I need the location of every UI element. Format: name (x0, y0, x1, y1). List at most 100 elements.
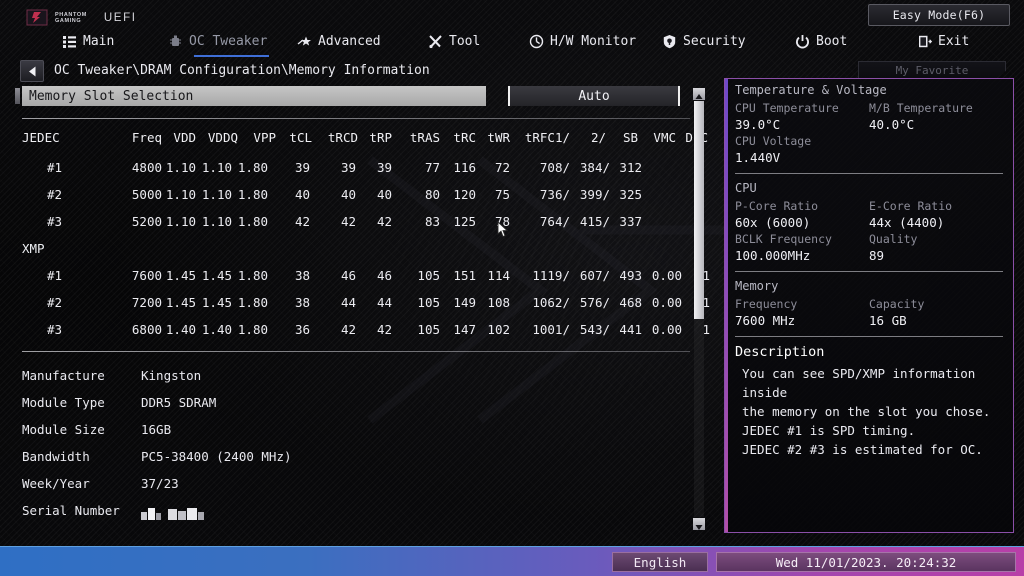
col-vddq: VDDQ (207, 130, 238, 145)
power-icon (796, 34, 809, 48)
nav-tab-hw-monitor[interactable]: H/W Monitor (529, 28, 636, 54)
nav-tab-boot[interactable]: Boot (795, 28, 847, 54)
col-sb: SB (622, 130, 638, 145)
nav-tab-exit[interactable]: Exit (917, 28, 969, 54)
content-scrollbar[interactable] (692, 88, 706, 530)
row-selection-marker (15, 88, 20, 104)
cell-vdd: 1.45 (165, 268, 196, 283)
cell-tras: 83 (424, 214, 440, 229)
module-info-label: Week/Year (22, 476, 90, 491)
table-row[interactable]: #3 5200 1.10 1.10 1.80 42 42 42 83 125 7… (22, 214, 692, 241)
back-button[interactable] (20, 60, 44, 82)
cell-tras: 105 (417, 268, 440, 283)
pcore-ratio-label: P-Core Ratio (735, 199, 819, 213)
cell-id: #2 (46, 295, 62, 310)
table-row[interactable]: #1 7600 1.45 1.45 1.80 38 46 46 105 151 … (22, 268, 710, 295)
table-row[interactable]: #1 4800 1.10 1.10 1.80 39 39 39 77 116 7… (22, 160, 692, 187)
cell-trc: 151 (453, 268, 476, 283)
col-tras: tRAS (409, 130, 440, 145)
nav-tab-tool[interactable]: Tool (428, 28, 480, 54)
uefi-label: UEFI (103, 11, 137, 24)
module-info-label: Serial Number (22, 503, 120, 518)
cell-sb: 441 (619, 322, 642, 337)
cell-twr: 78 (494, 214, 510, 229)
scrollbar-thumb[interactable] (694, 101, 704, 319)
cell-trcd: 42 (340, 322, 356, 337)
description-title: Description (735, 344, 825, 360)
scroll-up-arrow-icon[interactable] (693, 88, 705, 100)
datetime-display[interactable]: Wed 11/01/2023. 20:24:32 (716, 552, 1016, 572)
memory-slot-selection-label: Memory Slot Selection (29, 88, 194, 104)
cell-twr: 75 (494, 187, 510, 202)
module-info-label: Bandwidth (22, 449, 90, 464)
col-tcl: tCL (289, 130, 312, 145)
table-row[interactable]: #2 7200 1.45 1.45 1.80 38 44 44 105 149 … (22, 295, 710, 322)
nav-tab-advanced[interactable]: Advanced (297, 28, 381, 54)
col-trc: tRC (453, 130, 476, 145)
quality-value: 89 (869, 248, 885, 263)
cell-trfc2: 543/ (579, 322, 610, 337)
easy-mode-button[interactable]: Easy Mode(F6) (868, 4, 1010, 26)
module-info-label: Module Type (22, 395, 105, 410)
table-row[interactable]: #2 5000 1.10 1.10 1.80 40 40 40 80 120 7… (22, 187, 692, 214)
cell-trp: 46 (376, 268, 392, 283)
main-nav: Main OC Tweaker Advanced Tool H/W Monito… (0, 28, 1024, 57)
cell-vddq: 1.45 (201, 295, 232, 310)
mb-temperature-value: 40.0°C (869, 117, 915, 132)
cell-freq: 6800 (131, 322, 162, 337)
cell-sb: 325 (619, 187, 642, 202)
nav-tab-oc-tweaker[interactable]: OC Tweaker (168, 28, 270, 57)
table-header-row: JEDEC Freq VDD VDDQ VPP tCL tRCD tRP tRA… (22, 130, 708, 160)
info-panel: Temperature & Voltage CPU Temperature 39… (724, 78, 1014, 533)
cell-vdd: 1.10 (165, 214, 196, 229)
nav-tab-main[interactable]: Main (62, 28, 114, 54)
cell-trfc2: 384/ (579, 160, 610, 175)
scroll-down-arrow-icon[interactable] (693, 518, 705, 530)
memory-frequency-label: Frequency (735, 297, 798, 311)
cell-tras: 77 (424, 160, 440, 175)
cell-freq: 7200 (131, 295, 162, 310)
cell-vpp: 1.80 (237, 268, 268, 283)
cell-vdd: 1.10 (165, 187, 196, 202)
list-icon (63, 35, 76, 48)
cell-vdd: 1.40 (165, 322, 196, 337)
col-trfc2: 2/ (590, 130, 606, 145)
col-trcd: tRCD (327, 130, 358, 145)
table-row[interactable]: #3 6800 1.40 1.40 1.80 36 42 42 105 147 … (22, 322, 710, 349)
module-info-value: DDR5 SDRAM (141, 395, 217, 410)
col-vdd: VDD (173, 130, 196, 145)
cell-vpp: 1.80 (237, 295, 268, 310)
cell-vddq: 1.10 (201, 187, 232, 202)
cell-vddq: 1.40 (201, 322, 232, 337)
group-label: XMP (22, 241, 45, 256)
cell-trp: 39 (376, 160, 392, 175)
phantom-gaming-logo-icon (26, 9, 48, 26)
module-info-row: Serial Number (22, 503, 682, 530)
language-selector[interactable]: English (612, 552, 708, 572)
cell-trfc1: 708/ (539, 160, 570, 175)
nav-tab-boot-label: Boot (816, 33, 848, 49)
cell-trc: 120 (453, 187, 476, 202)
col-vmc: VMC (653, 130, 676, 145)
module-info-row: Bandwidth PC5-38400 (2400 MHz) (22, 449, 682, 476)
memory-slot-selection-value[interactable]: Auto (508, 86, 680, 106)
cell-freq: 5000 (131, 187, 162, 202)
cell-tcl: 38 (294, 295, 310, 310)
quality-label: Quality (869, 232, 918, 246)
my-favorite-tab[interactable]: My Favorite (858, 61, 1006, 79)
memory-slot-selection-label-bar[interactable]: Memory Slot Selection (22, 86, 486, 106)
memory-capacity-label: Capacity (869, 297, 925, 311)
brand-logo: PHANTOM GAMING UEFI (26, 9, 137, 26)
cell-trfc2: 415/ (579, 214, 610, 229)
cell-twr: 114 (487, 268, 510, 283)
cell-sb: 337 (619, 214, 642, 229)
nav-tab-security[interactable]: Security (662, 28, 746, 54)
nav-tab-security-label: Security (683, 33, 746, 49)
col-trp: tRP (369, 130, 392, 145)
cell-freq: 7600 (131, 268, 162, 283)
cell-trfc1: 1062/ (532, 295, 570, 310)
cpu-section: CPU P-Core Ratio 60x (6000) BCLK Frequen… (725, 181, 1013, 264)
star-arrow-icon (297, 36, 311, 46)
cpu-voltage-label: CPU Voltage (735, 134, 812, 148)
cell-vddq: 1.45 (201, 268, 232, 283)
